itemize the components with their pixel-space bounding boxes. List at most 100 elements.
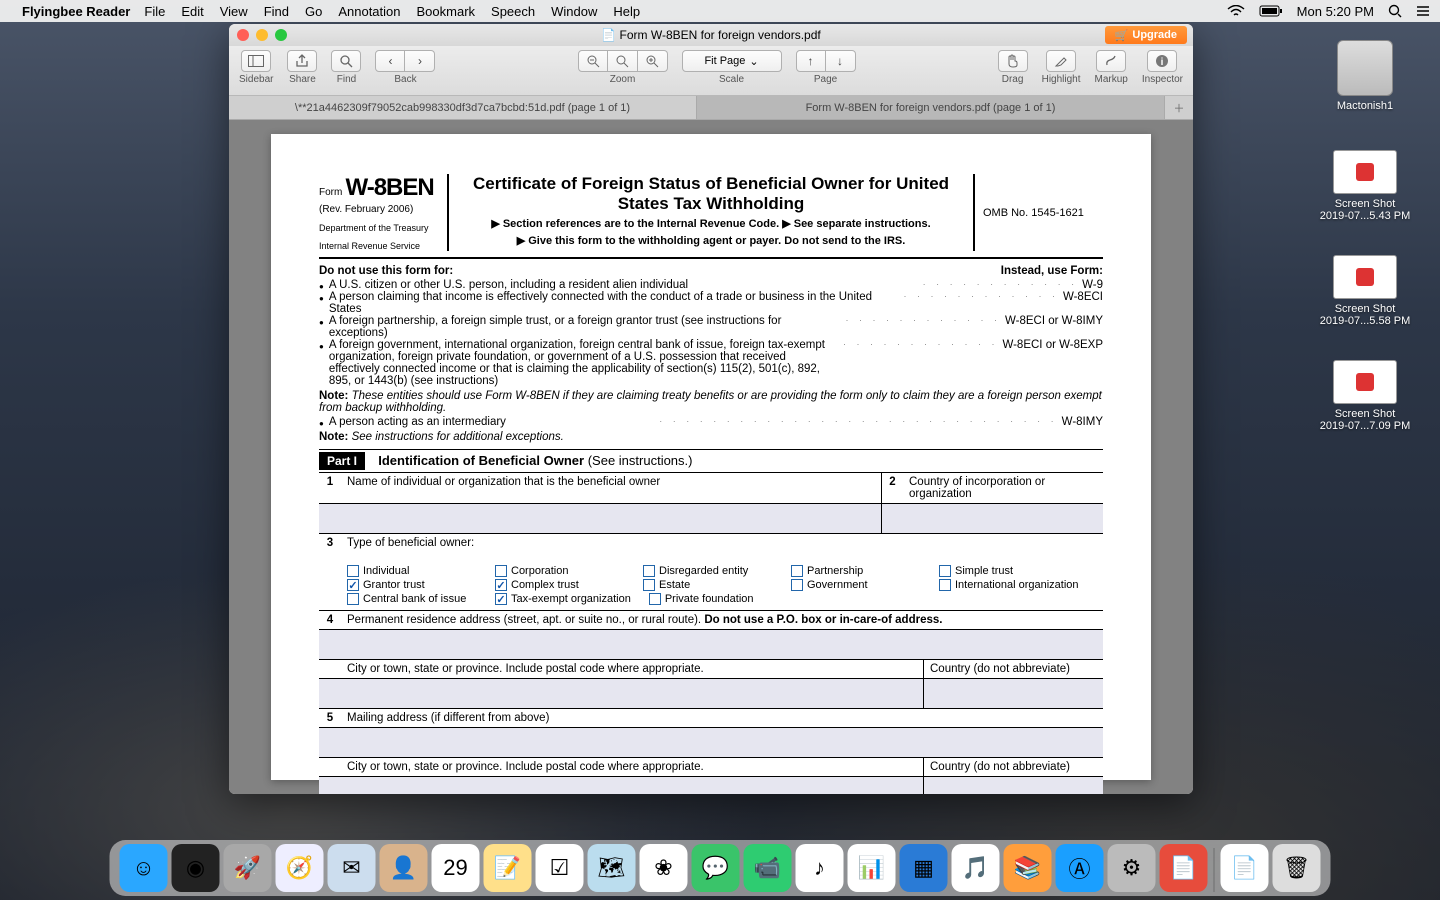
mailing-city-field[interactable] <box>341 777 923 794</box>
dock-launchpad[interactable]: 🚀 <box>224 844 272 892</box>
menu-window[interactable]: Window <box>551 4 597 19</box>
upgrade-button[interactable]: 🛒 Upgrade <box>1105 26 1187 44</box>
line-1-label: Name of individual or organization that … <box>341 473 881 503</box>
document-area[interactable]: Form W-8BEN (Rev. February 2006) Departm… <box>229 120 1193 794</box>
sidebar-button[interactable] <box>241 50 271 72</box>
dock-messages[interactable]: 💬 <box>692 844 740 892</box>
dock-contacts[interactable]: 👤 <box>380 844 428 892</box>
dock-finder[interactable]: ☺ <box>120 844 168 892</box>
new-tab-button[interactable]: ＋ <box>1165 96 1193 119</box>
titlebar[interactable]: 📄 Form W-8BEN for foreign vendors.pdf 🛒 … <box>229 24 1193 46</box>
menu-bookmark[interactable]: Bookmark <box>417 4 476 19</box>
owner-type-tax-exempt-organization[interactable]: Tax-exempt organization <box>495 593 631 605</box>
mailing-country-field[interactable] <box>923 777 1103 794</box>
desktop-screenshot-2[interactable]: Screen Shot 2019-07...5.58 PM <box>1310 255 1420 327</box>
menu-speech[interactable]: Speech <box>491 4 535 19</box>
dock-safari[interactable]: 🧭 <box>276 844 324 892</box>
drag-button[interactable] <box>998 50 1028 72</box>
find-button[interactable] <box>331 50 361 72</box>
scale-select[interactable]: Fit Page⌄ <box>682 50 782 72</box>
city-field[interactable] <box>341 679 923 708</box>
spotlight-icon[interactable] <box>1388 4 1402 18</box>
dock-keynote[interactable]: ▦ <box>900 844 948 892</box>
dock-itunes[interactable]: ♪ <box>796 844 844 892</box>
dock-calendar[interactable]: 29 <box>432 844 480 892</box>
owner-type-individual[interactable]: Individual <box>347 565 477 577</box>
checkbox-icon <box>649 593 661 605</box>
country-field[interactable] <box>923 679 1103 708</box>
page-down-button[interactable]: ↓ <box>826 50 856 72</box>
inspector-label: Inspector <box>1142 74 1183 85</box>
menu-help[interactable]: Help <box>613 4 640 19</box>
part-1-bar: Part I <box>319 452 365 470</box>
clock[interactable]: Mon 5:20 PM <box>1297 4 1374 19</box>
zoom-in-button[interactable] <box>638 50 668 72</box>
tab-1[interactable]: \**21a4462309f79052cab998330df3d7ca7bcbd… <box>229 96 697 119</box>
mailing-address-field[interactable] <box>341 728 1103 757</box>
dock-books[interactable]: 📚 <box>1004 844 1052 892</box>
dock-trash[interactable]: 🗑 <box>1273 844 1321 892</box>
menu-annotation[interactable]: Annotation <box>338 4 400 19</box>
zoom-button[interactable] <box>275 29 287 41</box>
minimize-button[interactable] <box>256 29 268 41</box>
share-button[interactable] <box>287 50 317 72</box>
desktop-drive[interactable]: Mactonish1 <box>1310 40 1420 112</box>
app-name[interactable]: Flyingbee Reader <box>22 4 130 19</box>
dock-mail[interactable]: ✉ <box>328 844 376 892</box>
owner-type-central-bank-of-issue[interactable]: Central bank of issue <box>347 593 477 605</box>
dock-siri[interactable]: ◉ <box>172 844 220 892</box>
owner-type-partnership[interactable]: Partnership <box>791 565 921 577</box>
desktop-screenshot-3[interactable]: Screen Shot 2019-07...7.09 PM <box>1310 360 1420 432</box>
svg-text:i: i <box>1161 57 1164 68</box>
zoom-actual-button[interactable] <box>608 50 638 72</box>
menu-go[interactable]: Go <box>305 4 322 19</box>
name-field[interactable] <box>341 504 881 533</box>
owner-type-disregarded-entity[interactable]: Disregarded entity <box>643 565 773 577</box>
menu-file[interactable]: File <box>144 4 165 19</box>
owner-type-estate[interactable]: Estate <box>643 579 773 591</box>
line-5-num: 5 <box>319 709 341 727</box>
tab-2[interactable]: Form W-8BEN for foreign vendors.pdf (pag… <box>697 96 1165 119</box>
dock-document[interactable]: 📄 <box>1221 844 1269 892</box>
wifi-icon[interactable] <box>1227 5 1245 17</box>
owner-type-government[interactable]: Government <box>791 579 921 591</box>
battery-icon[interactable] <box>1259 5 1283 17</box>
inspector-button[interactable]: i <box>1147 50 1177 72</box>
desktop-screenshot-1[interactable]: Screen Shot 2019-07...5.43 PM <box>1310 150 1420 222</box>
country-label-2: Country (do not abbreviate) <box>923 758 1103 776</box>
dock-facetime[interactable]: 📹 <box>744 844 792 892</box>
dock-music[interactable]: 🎵 <box>952 844 1000 892</box>
dock-notes[interactable]: 📝 <box>484 844 532 892</box>
dock-settings[interactable]: ⚙ <box>1108 844 1156 892</box>
dock-photos[interactable]: ❀ <box>640 844 688 892</box>
zoom-out-button[interactable] <box>578 50 608 72</box>
forward-button[interactable]: › <box>405 50 435 72</box>
owner-type-corporation[interactable]: Corporation <box>495 565 625 577</box>
owner-type-simple-trust[interactable]: Simple trust <box>939 565 1069 577</box>
dock-maps[interactable]: 🗺 <box>588 844 636 892</box>
owner-type-grantor-trust[interactable]: Grantor trust <box>347 579 477 591</box>
back-button[interactable]: ‹ <box>375 50 405 72</box>
menu-find[interactable]: Find <box>264 4 289 19</box>
highlight-button[interactable] <box>1046 50 1076 72</box>
checkbox-icon <box>347 593 359 605</box>
dock-podcasts[interactable]: 📊 <box>848 844 896 892</box>
checkbox-icon <box>347 565 359 577</box>
dock-appstore[interactable]: Ⓐ <box>1056 844 1104 892</box>
menu-extras-icon[interactable] <box>1416 5 1430 17</box>
owner-type-international-organization[interactable]: International organization <box>939 579 1079 591</box>
checkbox-icon <box>347 579 359 591</box>
checkbox-icon <box>495 565 507 577</box>
country-inc-field[interactable] <box>881 504 1103 533</box>
page-up-button[interactable]: ↑ <box>796 50 826 72</box>
menu-view[interactable]: View <box>220 4 248 19</box>
dock-reminders[interactable]: ☑ <box>536 844 584 892</box>
owner-type-complex-trust[interactable]: Complex trust <box>495 579 625 591</box>
close-button[interactable] <box>237 29 249 41</box>
menu-edit[interactable]: Edit <box>181 4 203 19</box>
markup-button[interactable] <box>1096 50 1126 72</box>
address-field[interactable] <box>341 630 1103 659</box>
instead-use: Instead, use Form: <box>1001 265 1103 277</box>
dock-pdfreader[interactable]: 📄 <box>1160 844 1208 892</box>
owner-type-private-foundation[interactable]: Private foundation <box>649 593 779 605</box>
